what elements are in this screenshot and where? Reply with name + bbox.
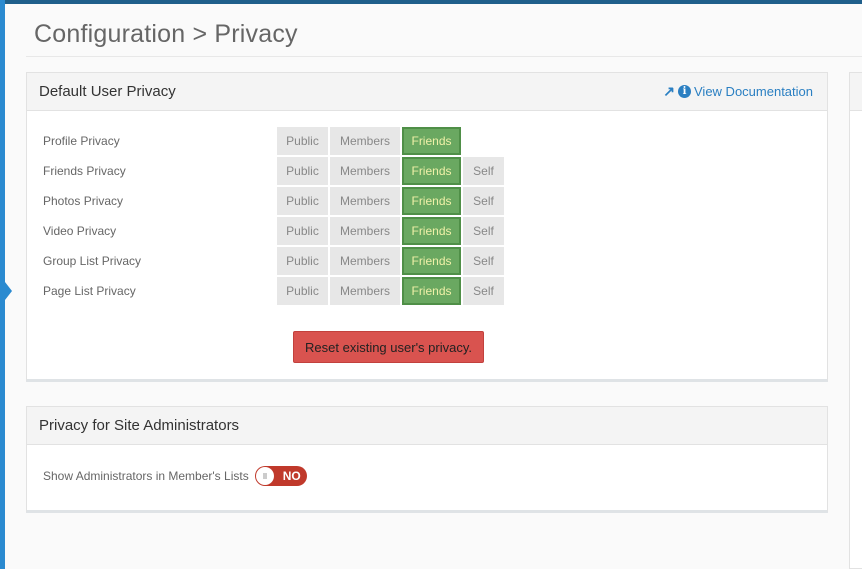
view-documentation-label: View Documentation [694,84,813,99]
divider [26,56,862,57]
panel-title: Default User Privacy [39,83,176,100]
privacy-row-label: Page List Privacy [43,284,136,298]
privacy-row: Profile Privacy Public Members Friends [27,126,827,156]
privacy-option-members[interactable]: Members [330,187,400,215]
privacy-row-label: Profile Privacy [43,134,120,148]
admin-privacy-panel: Privacy for Site Administrators Show Adm… [26,406,828,513]
privacy-option-self[interactable]: Self [463,247,504,275]
privacy-options: Public Members Friends Self [277,247,504,275]
default-user-privacy-panel: Default User Privacy ↗ i View Documentat… [26,72,828,382]
privacy-option-friends[interactable]: Friends [402,217,461,245]
privacy-options: Public Members Friends [277,127,461,155]
privacy-option-friends[interactable]: Friends [402,127,461,155]
privacy-options: Public Members Friends Self [277,187,504,215]
privacy-option-friends[interactable]: Friends [402,247,461,275]
privacy-row: Friends Privacy Public Members Friends Self [27,156,827,186]
privacy-row-label: Video Privacy [43,224,117,238]
privacy-options: Public Members Friends Self [277,217,504,245]
privacy-option-self[interactable]: Self [463,157,504,185]
privacy-options: Public Members Friends Self [277,157,504,185]
privacy-option-members[interactable]: Members [330,157,400,185]
privacy-option-public[interactable]: Public [277,247,328,275]
privacy-option-public[interactable]: Public [277,187,328,215]
privacy-option-public[interactable]: Public [277,157,328,185]
privacy-row-label: Group List Privacy [43,254,142,268]
info-icon: i [678,85,691,98]
privacy-option-public[interactable]: Public [277,127,328,155]
privacy-row: Photos Privacy Public Members Friends Self [27,186,827,216]
privacy-option-public[interactable]: Public [277,277,328,305]
privacy-row-label: Photos Privacy [43,194,124,208]
privacy-option-members[interactable]: Members [330,247,400,275]
panel-title: Privacy for Site Administrators [39,417,240,434]
show-admins-label: Show Administrators in Member's Lists [43,469,249,483]
sidebar-active-indicator [5,282,12,300]
top-bar [0,0,862,4]
privacy-row: Video Privacy Public Members Friends Self [27,216,827,246]
privacy-option-friends[interactable]: Friends [402,157,461,185]
privacy-row: Page List Privacy Public Members Friends Sel… [27,276,827,306]
toggle-state: NO [282,469,301,483]
reset-privacy-button[interactable]: Reset existing user's privacy. [293,331,484,363]
privacy-option-public[interactable]: Public [277,217,328,245]
toggle-knob [255,467,274,485]
privacy-option-friends[interactable]: Friends [402,277,461,305]
side-panel [849,72,862,569]
privacy-option-self[interactable]: Self [463,217,504,245]
privacy-option-members[interactable]: Members [330,217,400,245]
privacy-option-self[interactable]: Self [463,277,504,305]
page-title: Configuration > Privacy [34,20,298,48]
external-link-icon: ↗ [663,83,675,99]
privacy-option-friends[interactable]: Friends [402,187,461,215]
privacy-option-members[interactable]: Members [330,127,400,155]
privacy-row-label: Friends Privacy [43,164,126,178]
privacy-options: Public Members Friends Self [277,277,504,305]
view-documentation-link[interactable]: ↗ i View Documentation [663,83,813,100]
privacy-row: Group List Privacy Public Members Friends Se… [27,246,827,276]
show-admins-toggle[interactable]: NO [254,466,307,486]
privacy-option-self[interactable]: Self [463,187,504,215]
privacy-option-members[interactable]: Members [330,277,400,305]
